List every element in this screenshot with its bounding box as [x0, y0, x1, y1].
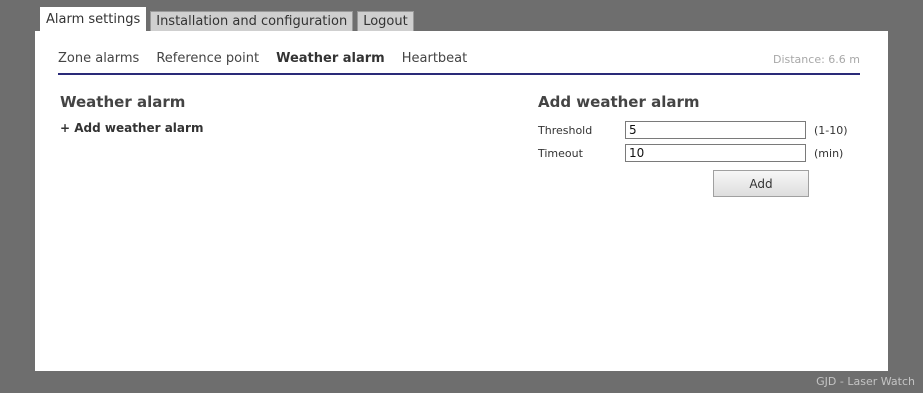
threshold-input[interactable] [625, 121, 806, 139]
footer-brand: GJD - Laser Watch [816, 375, 915, 388]
subnav-reference-point[interactable]: Reference point [156, 51, 259, 66]
weather-alarm-list-section: Weather alarm + Add weather alarm [60, 93, 360, 135]
threshold-range-hint: (1-10) [814, 124, 848, 137]
threshold-row: Threshold (1-10) [538, 121, 868, 141]
timeout-unit-hint: (min) [814, 147, 844, 160]
content-panel: Zone alarms Reference point Weather alar… [35, 31, 888, 371]
threshold-label: Threshold [538, 124, 593, 137]
subnav-zone-alarms[interactable]: Zone alarms [58, 51, 139, 66]
timeout-label: Timeout [538, 147, 583, 160]
tab-alarm-settings[interactable]: Alarm settings [40, 7, 147, 31]
weather-alarm-heading: Weather alarm [60, 93, 186, 111]
tab-logout[interactable]: Logout [357, 11, 414, 31]
add-button[interactable]: Add [713, 170, 809, 197]
timeout-input[interactable] [625, 144, 806, 162]
tab-installation-and-configuration[interactable]: Installation and configuration [150, 11, 354, 31]
main-tab-bar: Alarm settings Installation and configur… [40, 7, 414, 31]
add-weather-alarm-link[interactable]: + Add weather alarm [60, 121, 360, 135]
subnav-weather-alarm[interactable]: Weather alarm [276, 51, 385, 66]
timeout-row: Timeout (min) [538, 144, 868, 164]
sub-navigation: Zone alarms Reference point Weather alar… [58, 51, 860, 75]
add-weather-alarm-heading: Add weather alarm [538, 93, 700, 111]
add-weather-alarm-form: Add weather alarm Threshold (1-10) Timeo… [538, 93, 868, 197]
distance-readout: Distance: 6.6 m [772, 53, 860, 66]
subnav-heartbeat[interactable]: Heartbeat [402, 51, 468, 66]
